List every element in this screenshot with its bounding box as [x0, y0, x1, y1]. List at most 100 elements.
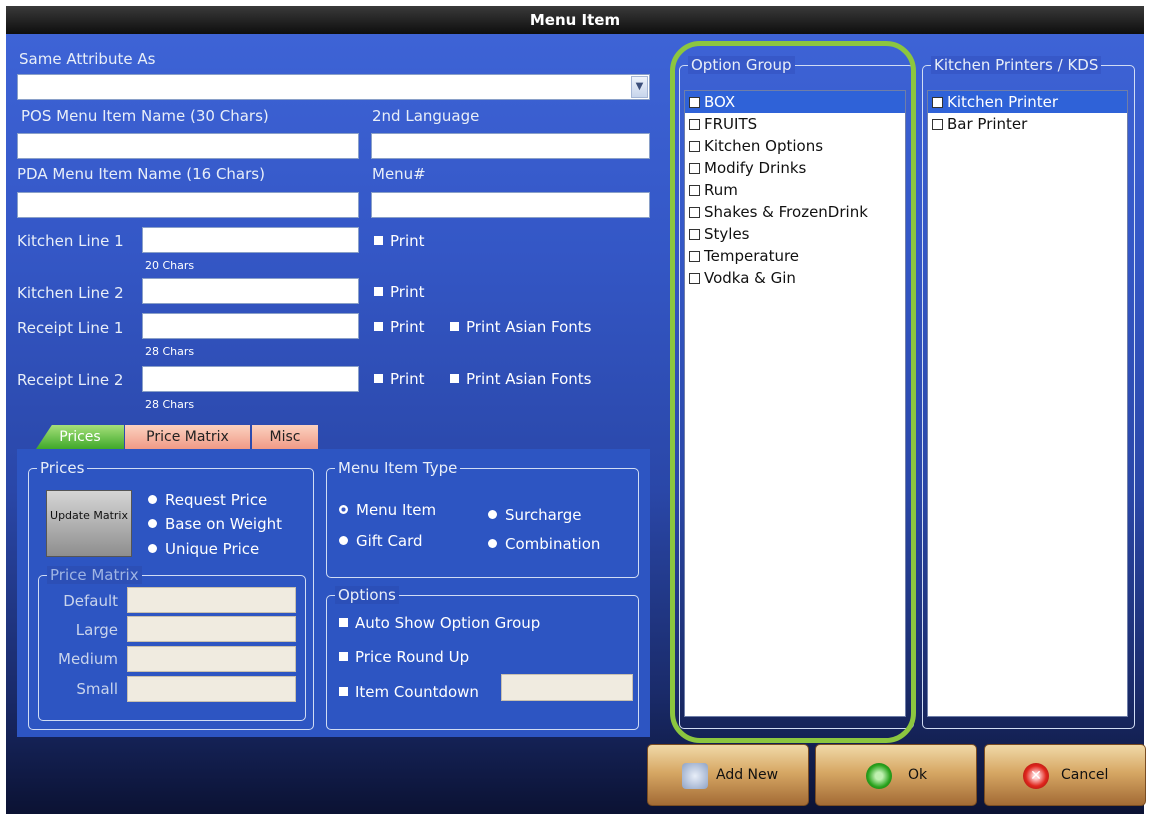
- same-attribute-label: Same Attribute As: [19, 50, 156, 68]
- matrix-row-label: Large: [75, 621, 118, 639]
- menu-item-radio[interactable]: Menu Item: [339, 501, 436, 519]
- list-item[interactable]: BOX: [685, 91, 905, 113]
- list-item-label: Temperature: [704, 247, 800, 265]
- matrix-row-label: Default: [63, 592, 118, 610]
- kitchen-line-1-print-checkbox[interactable]: Print: [374, 232, 425, 250]
- kitchen-line-1-label: Kitchen Line 1: [17, 232, 124, 250]
- pos-name-field[interactable]: [17, 133, 359, 159]
- print-asian-label: Print Asian Fonts: [466, 370, 592, 388]
- list-item-label: Styles: [704, 225, 750, 243]
- list-item-label: BOX: [704, 93, 736, 111]
- receipt-line-2-field[interactable]: [142, 366, 359, 392]
- print-label: Print: [390, 318, 425, 336]
- ok-label: Ok: [908, 767, 928, 783]
- base-on-weight-radio[interactable]: Base on Weight: [148, 515, 282, 533]
- add-new-label: Add New: [716, 767, 779, 783]
- large-price-field[interactable]: [127, 616, 296, 642]
- item-countdown-checkbox[interactable]: Item Countdown: [339, 683, 479, 701]
- cancel-label: Cancel: [1061, 767, 1109, 783]
- tab-price-matrix[interactable]: Price Matrix: [125, 425, 250, 449]
- print-label: Print: [390, 370, 425, 388]
- pda-name-label: PDA Menu Item Name (16 Chars): [17, 165, 265, 183]
- ok-button[interactable]: Ok: [815, 744, 977, 806]
- matrix-row-label: Small: [76, 680, 118, 698]
- menu-item-type-group: Menu Item Type: [326, 459, 639, 578]
- combination-radio[interactable]: Combination: [488, 535, 600, 553]
- pda-name-field[interactable]: [17, 192, 359, 218]
- radio-label: Base on Weight: [165, 515, 283, 533]
- second-language-label: 2nd Language: [372, 107, 480, 125]
- receipt-line-1-asian-checkbox[interactable]: Print Asian Fonts: [450, 318, 591, 336]
- checkbox-label: Item Countdown: [355, 683, 479, 701]
- list-item[interactable]: Bar Printer: [928, 113, 1127, 135]
- list-item[interactable]: Rum: [685, 179, 905, 201]
- receipt-line-2-print-checkbox[interactable]: Print: [374, 370, 425, 388]
- checkbox-label: Auto Show Option Group: [355, 614, 541, 632]
- item-countdown-field[interactable]: [501, 674, 633, 701]
- kitchen-line-2-print-checkbox[interactable]: Print: [374, 283, 425, 301]
- list-item-label: Kitchen Options: [704, 137, 824, 155]
- list-item-label: Modify Drinks: [704, 159, 807, 177]
- kitchen-line-2-field[interactable]: [142, 278, 359, 304]
- cancel-x-icon: ✕: [1023, 763, 1049, 789]
- option-group-list[interactable]: BOX FRUITS Kitchen Options Modify Drinks…: [684, 90, 906, 717]
- list-item-label: Vodka & Gin: [704, 269, 796, 287]
- print-label: Print: [390, 283, 425, 301]
- menu-item-type-title: Menu Item Type: [335, 459, 461, 477]
- list-item-label: Shakes & FrozenDrink: [704, 203, 868, 221]
- add-item-icon: [682, 763, 708, 789]
- gift-card-radio[interactable]: Gift Card: [339, 532, 423, 550]
- default-price-field[interactable]: [127, 587, 296, 613]
- window-title: Menu Item: [6, 6, 1144, 34]
- menu-number-field[interactable]: [371, 192, 650, 218]
- surcharge-radio[interactable]: Surcharge: [488, 506, 581, 524]
- radio-label: Unique Price: [165, 540, 260, 558]
- receipt-line-2-label: Receipt Line 2: [17, 371, 124, 389]
- update-matrix-label: Update Matrix: [50, 509, 128, 522]
- receipt-line-1-label: Receipt Line 1: [17, 319, 124, 337]
- radio-label: Combination: [505, 535, 601, 553]
- update-matrix-button[interactable]: Update Matrix: [46, 490, 132, 557]
- ok-check-icon: [866, 763, 892, 789]
- tab-misc[interactable]: Misc: [252, 425, 318, 449]
- radio-label: Menu Item: [356, 501, 437, 519]
- list-item-label: Bar Printer: [947, 115, 1028, 133]
- radio-label: Surcharge: [505, 506, 582, 524]
- checkbox-label: Price Round Up: [355, 648, 470, 666]
- list-item-label: Kitchen Printer: [947, 93, 1059, 111]
- list-item[interactable]: Kitchen Printer: [928, 91, 1127, 113]
- list-item[interactable]: Shakes & FrozenDrink: [685, 201, 905, 223]
- small-price-field[interactable]: [127, 676, 296, 702]
- second-language-field[interactable]: [371, 133, 650, 159]
- pos-name-label: POS Menu Item Name (30 Chars): [21, 107, 269, 125]
- list-item[interactable]: Temperature: [685, 245, 905, 267]
- auto-show-option-group-checkbox[interactable]: Auto Show Option Group: [339, 614, 540, 632]
- prices-group-title: Prices: [37, 459, 88, 477]
- kitchen-line-1-field[interactable]: [142, 227, 359, 253]
- radio-label: Gift Card: [356, 532, 423, 550]
- menu-number-label: Menu#: [372, 165, 426, 183]
- list-item[interactable]: FRUITS: [685, 113, 905, 135]
- list-item[interactable]: Vodka & Gin: [685, 267, 905, 289]
- unique-price-radio[interactable]: Unique Price: [148, 540, 259, 558]
- price-round-up-checkbox[interactable]: Price Round Up: [339, 648, 469, 666]
- receipt-line-2-asian-checkbox[interactable]: Print Asian Fonts: [450, 370, 591, 388]
- list-item[interactable]: Modify Drinks: [685, 157, 905, 179]
- list-item[interactable]: Styles: [685, 223, 905, 245]
- list-item[interactable]: Kitchen Options: [685, 135, 905, 157]
- request-price-radio[interactable]: Request Price: [148, 491, 267, 509]
- receipt-line-1-field[interactable]: [142, 313, 359, 339]
- chevron-down-icon[interactable]: ▼: [631, 76, 648, 98]
- medium-price-field[interactable]: [127, 646, 296, 672]
- receipt-line-1-print-checkbox[interactable]: Print: [374, 318, 425, 336]
- chars-hint: 28 Chars: [145, 345, 195, 358]
- kitchen-line-2-label: Kitchen Line 2: [17, 284, 124, 302]
- chars-hint: 28 Chars: [145, 398, 195, 411]
- same-attribute-dropdown[interactable]: ▼: [17, 74, 650, 100]
- printers-list[interactable]: Kitchen Printer Bar Printer: [927, 90, 1128, 717]
- print-label: Print: [390, 232, 425, 250]
- option-group-title: Option Group: [688, 56, 795, 74]
- cancel-button[interactable]: ✕ Cancel: [984, 744, 1146, 806]
- radio-label: Request Price: [165, 491, 268, 509]
- add-new-button[interactable]: Add New: [647, 744, 809, 806]
